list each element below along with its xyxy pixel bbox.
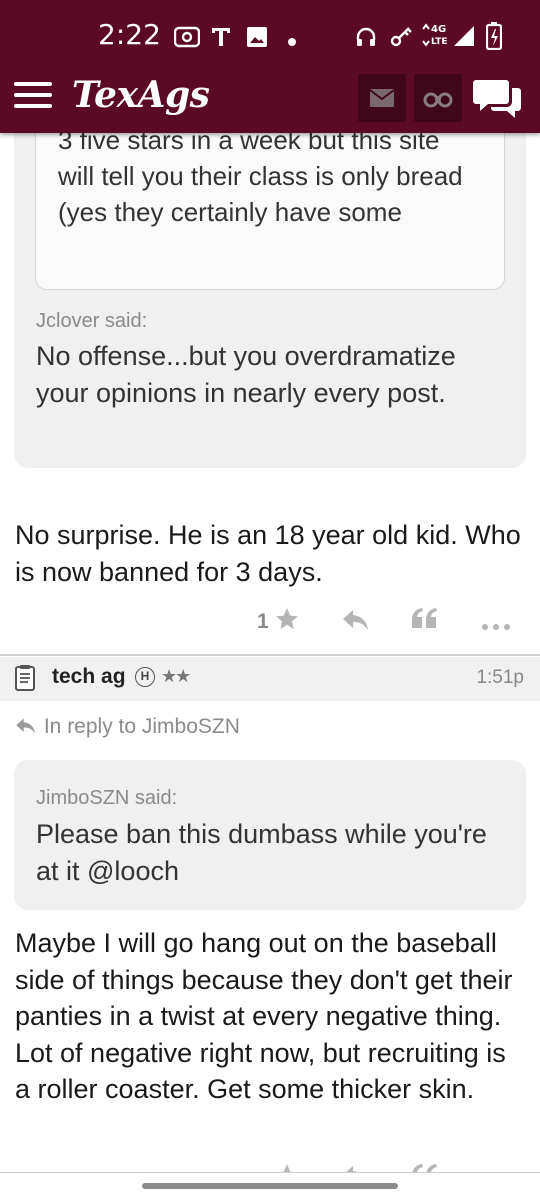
quote-icon[interactable] bbox=[410, 1162, 438, 1172]
rating-count: 1 bbox=[257, 610, 269, 633]
svg-text:LTE: LTE bbox=[431, 37, 448, 47]
post-actions: 1 bbox=[0, 604, 540, 644]
user-stars: ★★ bbox=[161, 666, 191, 686]
thread-content: 3 five stars in a week but this site wil… bbox=[0, 0, 540, 1200]
battery-charging-icon bbox=[485, 22, 503, 55]
quote-text: No offense...but you overdramatize your … bbox=[36, 341, 456, 408]
mail-icon bbox=[369, 89, 395, 107]
quote-author: JimboSZN said: bbox=[36, 787, 178, 809]
radio-icon bbox=[173, 26, 201, 53]
star-icon[interactable] bbox=[274, 1162, 300, 1172]
h-badge: H bbox=[135, 667, 155, 687]
network-type-icon: 4G LTE bbox=[420, 20, 450, 55]
nav-bar: TexAgs bbox=[0, 70, 540, 126]
site-logo[interactable]: TexAgs bbox=[72, 74, 210, 116]
more-icon[interactable] bbox=[481, 618, 513, 636]
star-icon[interactable] bbox=[274, 606, 300, 637]
image-icon bbox=[246, 26, 268, 53]
gesture-bar[interactable] bbox=[142, 1183, 398, 1189]
menu-icon[interactable] bbox=[14, 82, 52, 112]
binoculars-button[interactable] bbox=[414, 74, 462, 122]
chat-icon[interactable] bbox=[472, 76, 524, 120]
post-divider bbox=[0, 1172, 540, 1173]
headphones-icon bbox=[355, 26, 377, 53]
post-body: No surprise. He is an 18 year old kid. W… bbox=[15, 520, 521, 587]
signal-icon bbox=[452, 24, 476, 53]
status-time: 2:22 bbox=[98, 18, 161, 51]
quote-icon[interactable] bbox=[410, 606, 438, 637]
binoculars-icon bbox=[423, 92, 453, 108]
app-header: 2:22 4G LTE TexAgs bbox=[0, 0, 540, 133]
username[interactable]: tech ag bbox=[52, 665, 126, 689]
reply-icon[interactable] bbox=[341, 1164, 371, 1172]
post-divider bbox=[0, 654, 540, 656]
quote-author: Jclover said: bbox=[36, 310, 148, 332]
post-user-bar: tech ag H ★★ 1:51p bbox=[0, 657, 540, 701]
post-time: 1:51p bbox=[476, 667, 524, 688]
post-actions-partial bbox=[0, 1160, 540, 1172]
key-icon bbox=[390, 26, 414, 53]
t-mobile-icon bbox=[210, 26, 232, 53]
notification-dot-icon bbox=[288, 33, 296, 51]
reply-to-link[interactable]: In reply to JimboSZN bbox=[14, 715, 240, 739]
nested-quote-text: 3 five stars in a week but this site wil… bbox=[58, 125, 463, 227]
post-body: Maybe I will go hang out on the baseball… bbox=[15, 928, 513, 1104]
status-bar: 2:22 4G LTE bbox=[0, 16, 540, 60]
reply-arrow-icon bbox=[16, 718, 35, 734]
mail-button[interactable] bbox=[358, 74, 406, 122]
quote-text: Please ban this dumbass while you're at … bbox=[36, 819, 487, 886]
notepad-icon bbox=[14, 664, 36, 697]
svg-text:4G: 4G bbox=[431, 24, 446, 35]
reply-icon[interactable] bbox=[341, 608, 371, 637]
reply-to-text: In reply to JimboSZN bbox=[43, 715, 240, 738]
